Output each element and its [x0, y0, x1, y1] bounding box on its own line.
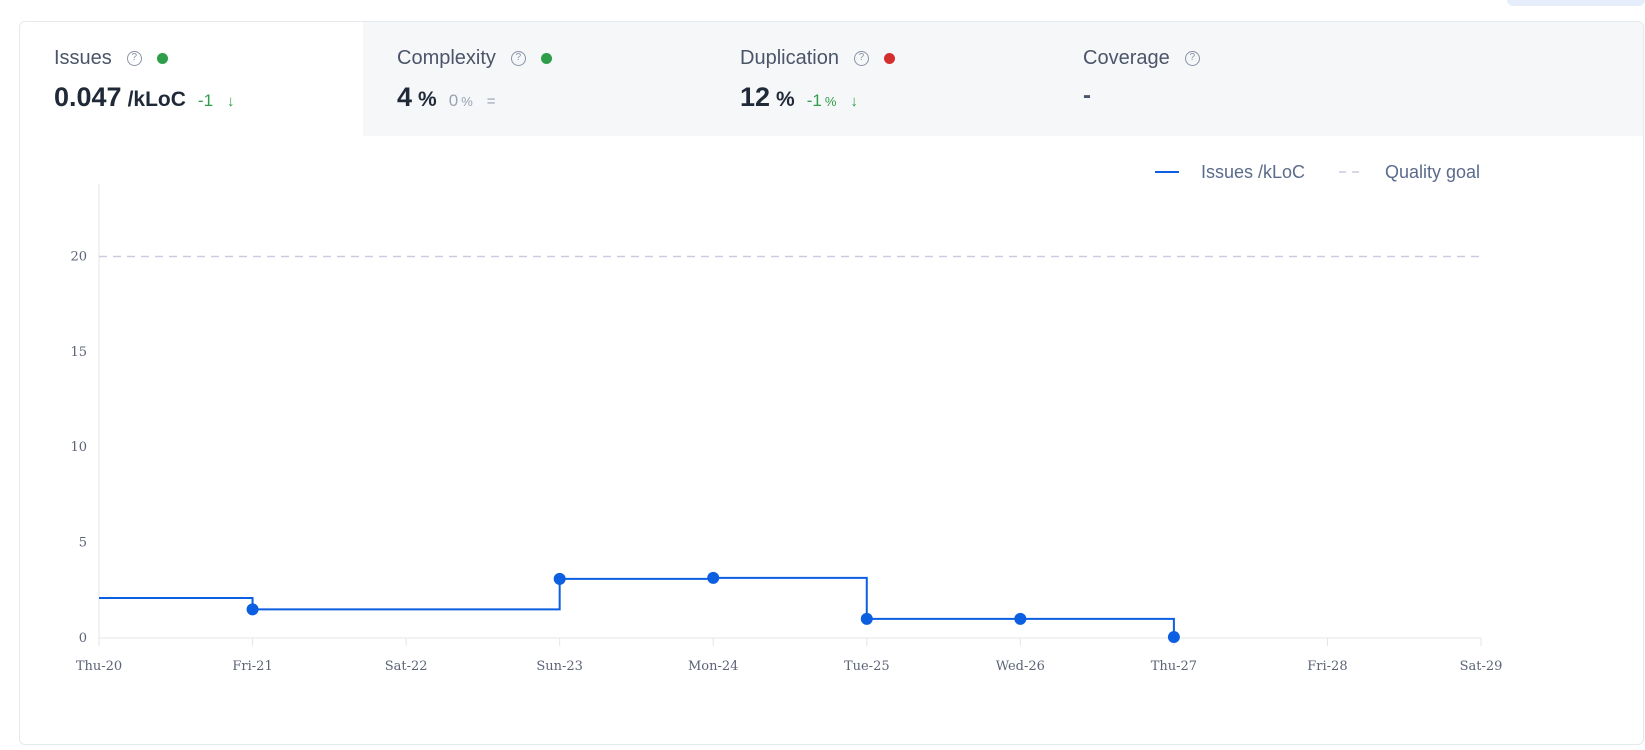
y-tick-label: 20 — [70, 249, 87, 264]
x-tick-label: Thu-20 — [76, 659, 122, 674]
y-tick-label: 15 — [70, 345, 87, 360]
data-point — [1014, 612, 1027, 625]
issues-chart: Thu-20 Fri-21 Sat-22 Sun-23 Mon-24 Tue-25 Wed-… — [70, 162, 1503, 674]
legend-issues-label: Issues /kLoC — [1201, 162, 1305, 182]
x-tick-label: Sat-29 — [1460, 659, 1503, 674]
x-tick-label: Sat-22 — [385, 659, 428, 674]
data-point — [553, 572, 566, 585]
data-point — [860, 612, 873, 625]
x-tick-label: Mon-24 — [688, 659, 738, 674]
x-tick-label: Thu-27 — [1151, 659, 1197, 674]
data-point — [1167, 631, 1180, 644]
series-line — [99, 576, 1175, 638]
data-point — [707, 571, 720, 584]
legend-goal-label: Quality goal — [1385, 162, 1480, 182]
x-tick-label: Tue-25 — [844, 659, 890, 674]
y-tick-label: 10 — [70, 440, 87, 455]
y-tick-label: 0 — [79, 631, 87, 646]
y-tick-label: 5 — [79, 536, 87, 551]
x-tick-label: Fri-28 — [1307, 659, 1347, 674]
x-tick-label: Sun-23 — [536, 659, 583, 674]
data-point — [246, 603, 259, 616]
x-tick-label: Fri-21 — [232, 659, 272, 674]
x-tick-label: Wed-26 — [996, 659, 1045, 674]
